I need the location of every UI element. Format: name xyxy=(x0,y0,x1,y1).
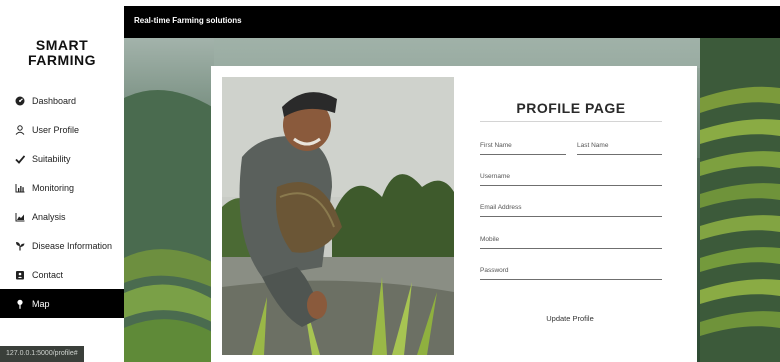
username-field[interactable]: Username xyxy=(480,172,662,186)
password-field[interactable]: Password xyxy=(480,266,662,280)
password-placeholder: Password xyxy=(480,267,509,274)
sidebar: SMART FARMING Dashboard User Profile Sui… xyxy=(0,0,124,362)
user-icon xyxy=(14,124,26,136)
contact-card-icon xyxy=(14,269,26,281)
sidebar-item-dashboard[interactable]: Dashboard xyxy=(0,86,124,115)
sidebar-item-label: Disease Information xyxy=(32,240,113,251)
top-bar-title: Real-time Farming solutions xyxy=(134,16,242,25)
last-name-field[interactable]: Last Name xyxy=(577,141,662,155)
mobile-placeholder: Mobile xyxy=(480,236,500,243)
page-title: PROFILE PAGE xyxy=(516,100,626,116)
check-icon xyxy=(14,153,26,165)
sidebar-item-monitoring[interactable]: Monitoring xyxy=(0,173,124,202)
username-placeholder: Username xyxy=(480,173,510,180)
brand-line-2: FARMING xyxy=(27,52,97,68)
email-placeholder: Email Address xyxy=(480,204,522,211)
brand-line-1: SMART xyxy=(35,37,89,53)
map-pin-icon xyxy=(14,298,26,310)
top-bar: Real-time Farming solutions xyxy=(124,6,780,38)
farmer-photo xyxy=(222,77,454,355)
sidebar-item-label: Analysis xyxy=(32,211,66,222)
sidebar-nav: Dashboard User Profile Suitability Monit… xyxy=(0,86,124,318)
sidebar-item-label: Contact xyxy=(32,269,64,280)
sidebar-item-map[interactable]: Map xyxy=(0,289,124,318)
title-divider xyxy=(480,121,662,122)
seedling-icon xyxy=(14,240,26,252)
brand-logo[interactable]: SMART FARMING xyxy=(0,38,124,68)
first-name-field[interactable]: First Name xyxy=(480,141,566,155)
sidebar-item-analysis[interactable]: Analysis xyxy=(0,202,124,231)
update-profile-button[interactable]: Update Profile xyxy=(510,312,630,326)
sidebar-item-label: Dashboard xyxy=(32,95,77,106)
status-bar-url: 127.0.0.1:5000/profile# xyxy=(0,346,84,362)
sidebar-item-label: Suitability xyxy=(32,153,71,164)
email-field[interactable]: Email Address xyxy=(480,203,662,217)
sidebar-item-label: User Profile xyxy=(32,124,80,135)
sidebar-item-contact[interactable]: Contact xyxy=(0,260,124,289)
dashboard-icon xyxy=(14,95,26,107)
sidebar-item-suitability[interactable]: Suitability xyxy=(0,144,124,173)
first-name-placeholder: First Name xyxy=(480,142,512,149)
sidebar-item-label: Monitoring xyxy=(32,182,75,193)
sidebar-item-label: Map xyxy=(32,298,50,309)
sidebar-item-disease-information[interactable]: Disease Information xyxy=(0,231,124,260)
mobile-field[interactable]: Mobile xyxy=(480,235,662,249)
last-name-placeholder: Last Name xyxy=(577,142,609,149)
area-chart-icon xyxy=(14,211,26,223)
sidebar-item-user-profile[interactable]: User Profile xyxy=(0,115,124,144)
bar-chart-icon xyxy=(14,182,26,194)
